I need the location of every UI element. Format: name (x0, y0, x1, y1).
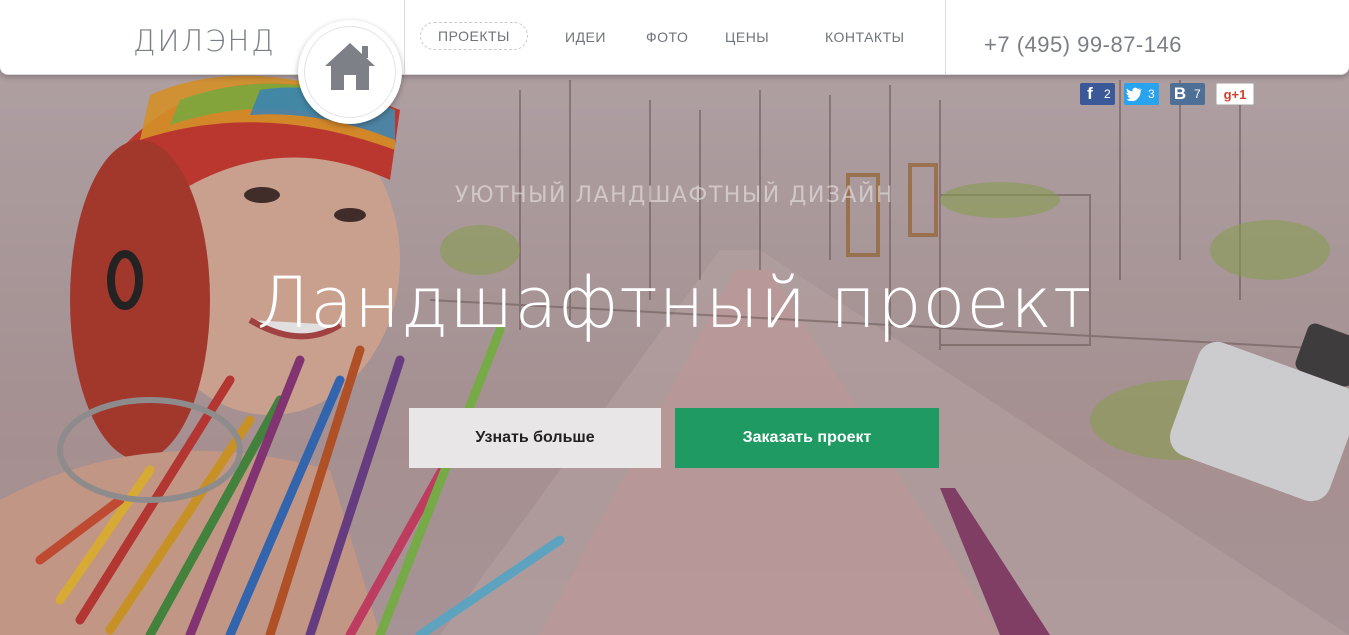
nav-item-prices[interactable]: ЦЕНЫ (725, 29, 769, 45)
learn-more-button[interactable]: Узнать больше (409, 408, 661, 468)
vk-share-button[interactable]: B 7 (1170, 83, 1205, 105)
nav-item-projects[interactable]: ПРОЕКТЫ (420, 22, 528, 50)
home-icon (325, 43, 375, 90)
facebook-share-button[interactable]: f 2 (1080, 83, 1115, 105)
order-project-button[interactable]: Заказать проект (675, 408, 939, 468)
hero-subtitle: УЮТНЫЙ ЛАНДШАФТНЫЙ ДИЗАЙН (455, 183, 894, 208)
home-button[interactable] (298, 20, 402, 124)
facebook-icon: f (1087, 84, 1093, 103)
facebook-count: 2 (1104, 87, 1111, 101)
twitter-icon (1124, 83, 1144, 105)
nav-item-ideas[interactable]: ИДЕИ (565, 29, 606, 45)
header-divider (945, 0, 946, 75)
site-logo[interactable]: ДИЛЭНД (133, 24, 276, 58)
nav-item-contacts[interactable]: КОНТАКТЫ (825, 29, 905, 45)
nav-item-photo[interactable]: ФОТО (646, 29, 688, 45)
vk-count: 7 (1194, 87, 1201, 101)
twitter-share-button[interactable]: 3 (1124, 83, 1159, 105)
vk-icon: B (1173, 84, 1187, 103)
phone-number[interactable]: +7 (495) 99-87-146 (984, 32, 1182, 58)
header-divider (404, 0, 405, 75)
header-bar: ДИЛЭНД ПРОЕКТЫ ИДЕИ ФОТО ЦЕНЫ КОНТАКТЫ +… (0, 0, 1349, 75)
hero-title: Ландшафтный проект (256, 262, 1093, 344)
gplus-share-button[interactable]: g+1 (1216, 83, 1254, 105)
twitter-count: 3 (1148, 87, 1155, 101)
